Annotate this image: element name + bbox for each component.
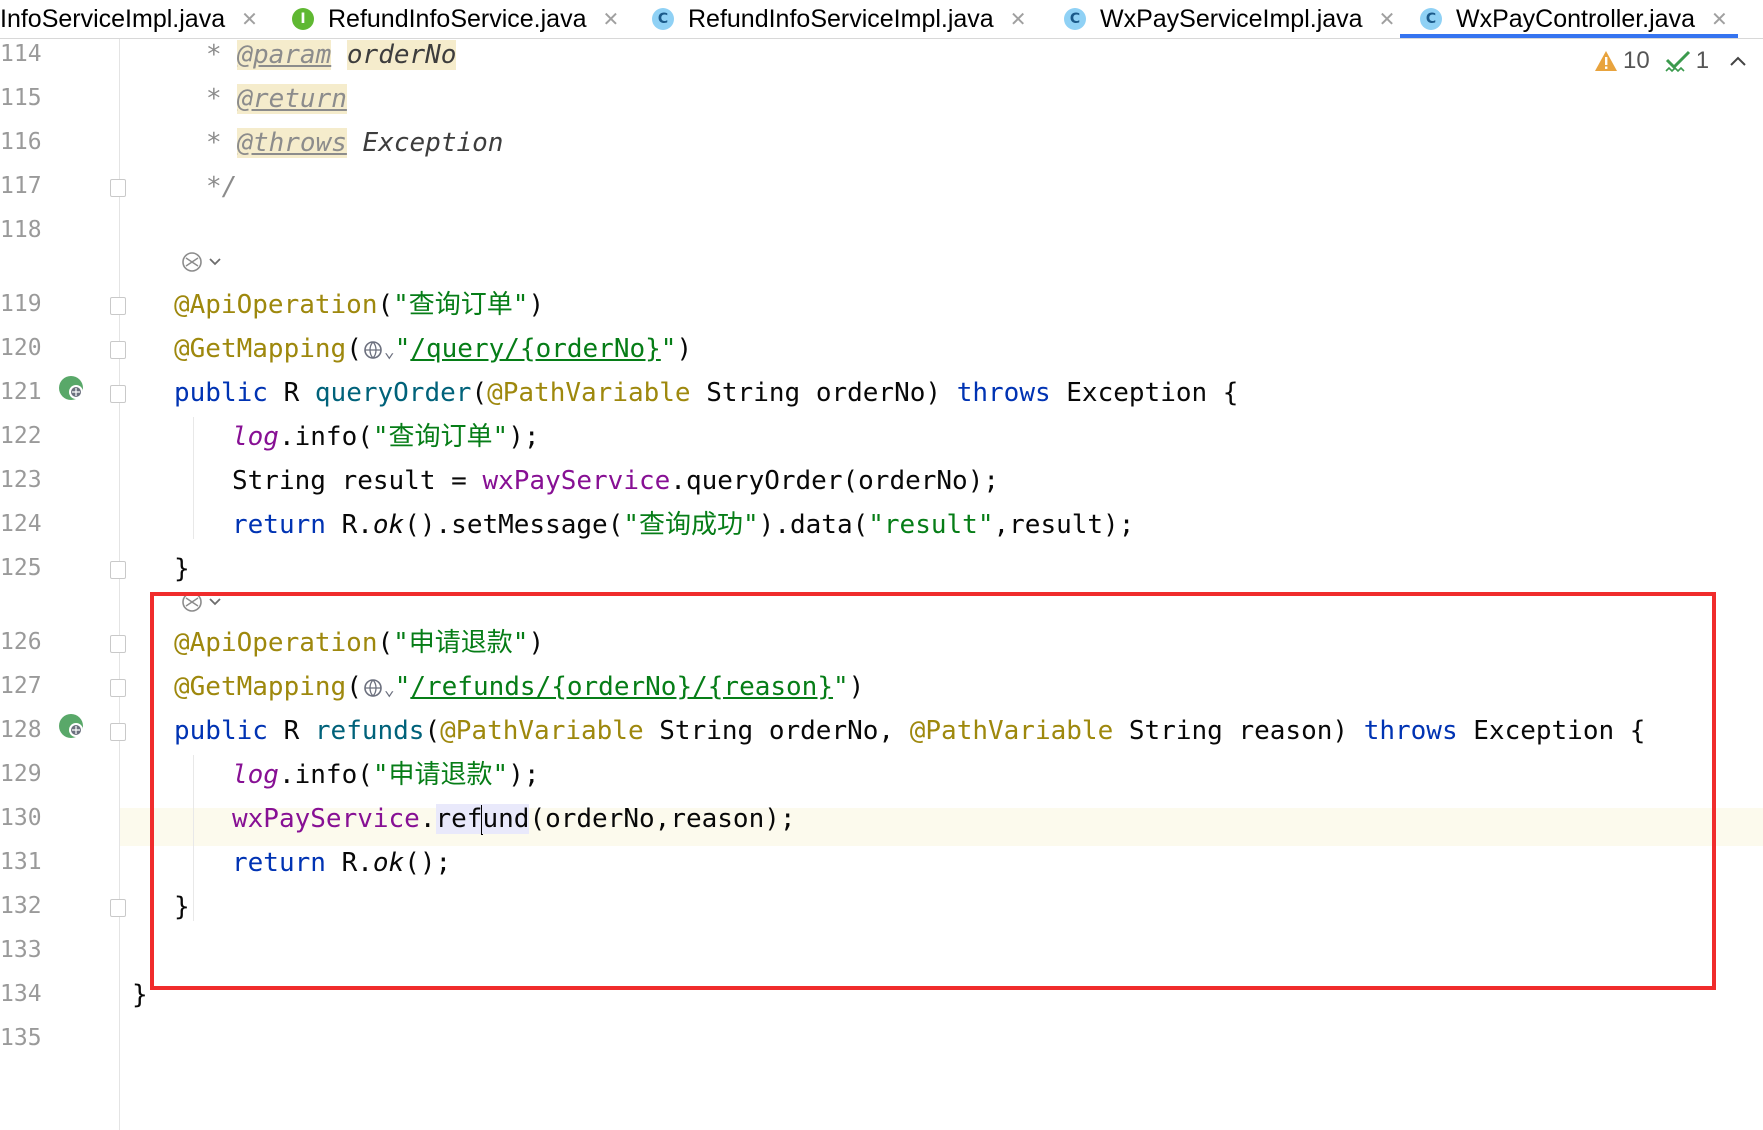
line-number: 117 [0, 173, 42, 199]
typo-check-icon [1665, 50, 1690, 73]
code-line-122: log.info("查询订单"); [232, 422, 540, 452]
code-line-134: } [132, 980, 148, 1010]
line-number: 132 [0, 893, 42, 919]
chevron-up-icon[interactable] [1727, 51, 1749, 71]
line-number: 122 [0, 423, 42, 449]
code-line-131: return R.ok(); [232, 848, 452, 878]
line-number: 126 [0, 629, 42, 655]
close-icon[interactable]: ✕ [241, 7, 258, 31]
warning-count: 10 [1623, 47, 1650, 74]
tab-label: RefundInfoServiceImpl.java [688, 4, 994, 33]
globe-icon[interactable] [362, 339, 384, 361]
line-number: 135 [0, 1025, 42, 1051]
tab-label: InfoServiceImpl.java [0, 4, 226, 33]
code-line-130: wxPayService.refund(orderNo,reason); [232, 804, 796, 835]
tab-label: WxPayController.java [1456, 4, 1695, 33]
code-editor[interactable]: * @param orderNo * @return * @throws Exc… [120, 39, 1763, 1130]
line-number: 127 [0, 673, 42, 699]
chevron-down-icon[interactable]: ⌄ [384, 341, 395, 362]
run-endpoint-icon[interactable] [56, 711, 86, 741]
tab-refundinfoserviceimpl[interactable]: C RefundInfoServiceImpl.java ✕ [652, 0, 1026, 38]
code-line-121: public R queryOrder(@PathVariable String… [174, 378, 1239, 408]
code-line-119: @ApiOperation("查询订单") [174, 290, 545, 320]
code-line-125: } [174, 554, 190, 584]
code-line-116: * @throws Exception [206, 128, 504, 158]
line-number: 134 [0, 981, 42, 1007]
line-number: 130 [0, 805, 42, 831]
chevron-down-icon[interactable]: ⌄ [384, 679, 395, 700]
inspection-widget[interactable]: 10 1 [1593, 47, 1749, 75]
line-number: 118 [0, 217, 42, 243]
line-number: 133 [0, 937, 42, 963]
tab-wxpaycontroller[interactable]: C WxPayController.java ✕ [1400, 0, 1738, 38]
code-line-123: String result = wxPayService.queryOrder(… [232, 466, 1000, 496]
interface-icon: I [292, 8, 314, 30]
warning-icon [1595, 51, 1617, 71]
editor-tab-bar: InfoServiceImpl.java ✕ I RefundInfoServi… [0, 0, 1763, 39]
line-number: 115 [0, 85, 42, 111]
close-icon[interactable]: ✕ [1711, 7, 1728, 31]
line-number: 119 [0, 291, 42, 317]
run-endpoint-icon[interactable] [56, 373, 86, 403]
tab-label: WxPayServiceImpl.java [1100, 4, 1363, 33]
code-line-128: public R refunds(@PathVariable String or… [174, 716, 1646, 746]
line-number: 125 [0, 555, 42, 581]
code-line-117: */ [206, 172, 238, 202]
line-number: 123 [0, 467, 42, 493]
line-number: 131 [0, 849, 42, 875]
code-line-127: @GetMapping(⌄"/refunds/{orderNo}/{reason… [174, 672, 865, 702]
line-number: 128 [0, 717, 42, 743]
code-line-115: * @return [206, 84, 347, 114]
code-line-126: @ApiOperation("申请退款") [174, 628, 545, 658]
code-line-132: } [174, 892, 190, 922]
line-number-gutter: 114 115 116 117 118 119 120 121 122 123 … [0, 39, 126, 1130]
code-line-124: return R.ok().setMessage("查询成功").data("r… [232, 510, 1135, 540]
line-number: 120 [0, 335, 42, 361]
close-icon[interactable]: ✕ [602, 7, 619, 31]
code-line-129: log.info("申请退款"); [232, 760, 540, 790]
indent-guide [193, 755, 194, 921]
tab-refundinfoservice[interactable]: I RefundInfoService.java ✕ [292, 0, 619, 38]
code-line-114: * @param orderNo [206, 40, 457, 70]
endpoint-hint-icon[interactable] [180, 590, 224, 614]
line-number: 116 [0, 129, 42, 155]
globe-icon[interactable] [362, 677, 384, 699]
line-number: 129 [0, 761, 42, 787]
endpoint-hint-icon[interactable] [180, 249, 224, 275]
indent-guide [193, 417, 194, 539]
tab-infoserviceimpl[interactable]: InfoServiceImpl.java ✕ [0, 0, 258, 38]
code-line-120: @GetMapping(⌄"/query/{orderNo}") [174, 334, 693, 364]
line-number: 114 [0, 41, 42, 67]
class-icon: C [1064, 8, 1086, 30]
class-icon: C [652, 8, 674, 30]
close-icon[interactable]: ✕ [1010, 7, 1027, 31]
line-number: 124 [0, 511, 42, 537]
line-number: 121 [0, 379, 42, 405]
check-count: 1 [1695, 47, 1710, 74]
close-icon[interactable]: ✕ [1379, 7, 1396, 31]
class-icon: C [1420, 8, 1442, 30]
tab-wxpayserviceimpl[interactable]: C WxPayServiceImpl.java ✕ [1064, 0, 1395, 38]
tab-label: RefundInfoService.java [328, 4, 587, 33]
